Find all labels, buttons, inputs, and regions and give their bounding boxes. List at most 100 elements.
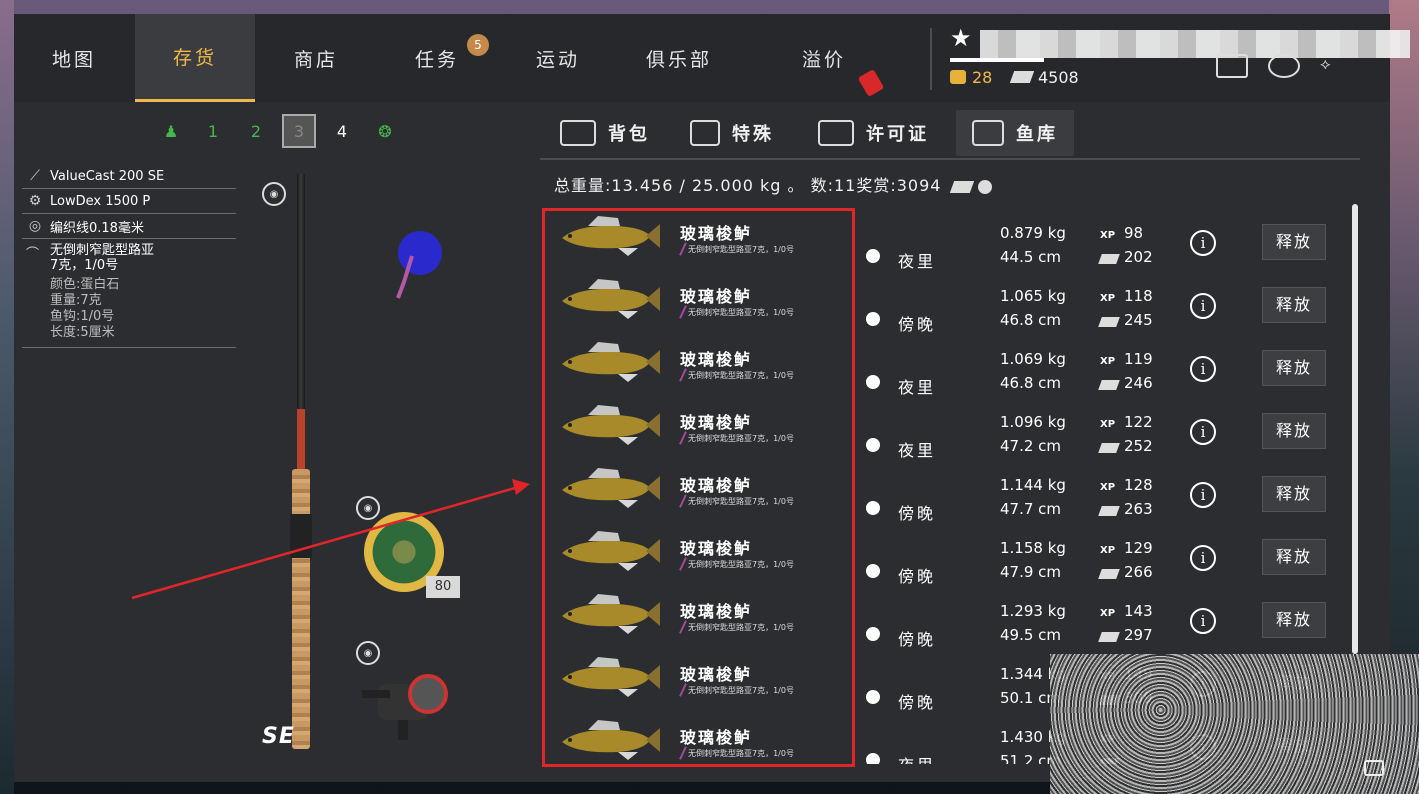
fish-weight: 1.065 kg bbox=[1000, 287, 1066, 305]
fish-xp: 122 bbox=[1124, 413, 1153, 431]
share-icon[interactable]: ⟡ bbox=[1320, 54, 1348, 74]
release-button[interactable]: 释放 bbox=[1262, 350, 1326, 386]
money-icon bbox=[1098, 443, 1120, 453]
xp-icon: XP bbox=[1100, 230, 1116, 241]
lure-row[interactable]: ⌒ 无倒刺窄匙型路亚 7克，1/0号 颜色:蛋白石 重量:7克 鱼钩:1/0号 … bbox=[22, 239, 236, 348]
nav-divider bbox=[930, 28, 932, 90]
info-icon[interactable]: i bbox=[1190, 608, 1216, 634]
fish-weight: 1.069 kg bbox=[1000, 350, 1066, 368]
lure-color: 颜色:蛋白石 bbox=[50, 277, 120, 292]
fish-length: 49.5 cm bbox=[1000, 626, 1062, 644]
info-icon[interactable]: i bbox=[1190, 230, 1216, 256]
xp-icon: XP bbox=[1100, 608, 1116, 619]
time-of-day-icon bbox=[866, 627, 880, 641]
tab-club[interactable]: 俱乐部 bbox=[619, 14, 739, 102]
fish-xp: 119 bbox=[1124, 350, 1153, 368]
fish-length: 46.8 cm bbox=[1000, 374, 1062, 392]
grid-icon[interactable] bbox=[1216, 54, 1248, 78]
xp-icon: XP bbox=[1100, 419, 1116, 430]
fish-length: 47.2 cm bbox=[1000, 437, 1062, 455]
tab-shop[interactable]: 商店 bbox=[256, 14, 376, 102]
lure-image[interactable] bbox=[392, 252, 422, 302]
lure-name: 无倒刺窄匙型路亚 7克，1/0号 bbox=[50, 243, 155, 273]
line-row[interactable]: ◎ 编织线0.18毫米 bbox=[22, 214, 236, 239]
reel-image[interactable] bbox=[358, 664, 458, 744]
catch-time: 夜里 bbox=[898, 752, 936, 764]
fish-value: 297 bbox=[1124, 626, 1153, 644]
tab-map[interactable]: 地图 bbox=[14, 14, 134, 102]
info-icon[interactable]: i bbox=[1190, 545, 1216, 571]
line-view-icon[interactable]: ◉ bbox=[356, 496, 380, 520]
chat-icon[interactable] bbox=[1364, 760, 1384, 776]
release-button[interactable]: 释放 bbox=[1262, 287, 1326, 323]
line-name: 编织线0.18毫米 bbox=[50, 220, 144, 236]
lure-hook: 鱼钩:1/0号 bbox=[50, 309, 115, 324]
money-amount: 4508 bbox=[1038, 68, 1079, 87]
tab-quests[interactable]: 任务 5 bbox=[377, 14, 497, 102]
reel-row[interactable]: ⚙ LowDex 1500 P bbox=[22, 189, 236, 214]
rod-handle bbox=[292, 469, 310, 749]
fish-value: 266 bbox=[1124, 563, 1153, 581]
info-icon[interactable]: i bbox=[1190, 293, 1216, 319]
license-icon bbox=[818, 120, 854, 146]
time-of-day-icon bbox=[866, 501, 880, 515]
rod-brand-mark: SE bbox=[262, 724, 295, 749]
money-icon bbox=[1098, 632, 1120, 642]
gold-amount: 28 bbox=[972, 68, 993, 87]
tab-inventory[interactable]: 存货 bbox=[135, 14, 255, 102]
backpack-icon bbox=[560, 120, 596, 146]
rig-slot-1[interactable]: 1 bbox=[196, 114, 230, 148]
subtab-license[interactable]: 许可证 bbox=[818, 110, 929, 156]
line-icon: ◎ bbox=[28, 218, 42, 234]
fish-weight: 1.293 kg bbox=[1000, 602, 1066, 620]
release-button[interactable]: 释放 bbox=[1262, 602, 1326, 638]
subtab-backpack-label: 背包 bbox=[608, 124, 650, 145]
tab-sport[interactable]: 运动 bbox=[498, 14, 618, 102]
money-icon bbox=[1009, 71, 1035, 83]
hat-icon[interactable] bbox=[1268, 54, 1300, 78]
keepnet-icon[interactable]: ❂ bbox=[368, 114, 402, 148]
money-icon bbox=[1098, 380, 1120, 390]
fish-xp: 128 bbox=[1124, 476, 1153, 494]
time-of-day-icon bbox=[866, 690, 880, 704]
quest-count-badge: 5 bbox=[467, 34, 489, 56]
background-scene-left bbox=[0, 0, 14, 794]
gold-coin-icon bbox=[950, 70, 966, 84]
xp-icon: XP bbox=[1100, 293, 1116, 304]
reel-name: LowDex 1500 P bbox=[50, 193, 151, 209]
info-icon[interactable]: i bbox=[1190, 356, 1216, 382]
fish-value: 245 bbox=[1124, 311, 1153, 329]
fish-xp: 118 bbox=[1124, 287, 1153, 305]
rod-reel-seat bbox=[290, 514, 312, 558]
info-icon[interactable]: i bbox=[1190, 482, 1216, 508]
release-button[interactable]: 释放 bbox=[1262, 476, 1326, 512]
rig-slot-2[interactable]: 2 bbox=[239, 114, 273, 148]
reel-view-icon[interactable]: ◉ bbox=[356, 641, 380, 665]
keepnet-tab-icon bbox=[972, 120, 1004, 146]
catch-summary: 总重量:13.456 / 25.000 kg 。 数:11奖赏:3094 bbox=[554, 172, 992, 196]
subtab-license-label: 许可证 bbox=[866, 124, 929, 145]
fish-list-scrollbar[interactable] bbox=[1352, 204, 1358, 654]
release-button[interactable]: 释放 bbox=[1262, 539, 1326, 575]
subtab-backpack[interactable]: 背包 bbox=[560, 110, 650, 156]
release-button[interactable]: 释放 bbox=[1262, 413, 1326, 449]
release-button[interactable]: 释放 bbox=[1262, 224, 1326, 260]
rod-view-icon[interactable]: ◉ bbox=[262, 182, 286, 206]
time-of-day-icon bbox=[866, 564, 880, 578]
line-length-badge: 80 bbox=[426, 576, 460, 598]
subtab-fish-storage[interactable]: 鱼库 bbox=[956, 110, 1074, 156]
rig-slot-4[interactable]: 4 bbox=[325, 114, 359, 148]
rig-slot-3[interactable]: 3 bbox=[282, 114, 316, 148]
subtab-special[interactable]: 特殊 bbox=[690, 110, 774, 156]
subtab-special-label: 特殊 bbox=[732, 124, 774, 145]
time-of-day-icon bbox=[866, 249, 880, 263]
lure-weight: 重量:7克 bbox=[50, 293, 102, 308]
fish-value: 246 bbox=[1124, 374, 1153, 392]
top-right-icons: ⟡ bbox=[1210, 54, 1370, 84]
info-icon[interactable]: i bbox=[1190, 419, 1216, 445]
rod-row[interactable]: ⟋ ValueCast 200 SE bbox=[22, 164, 236, 189]
fish-weight: 1.144 kg bbox=[1000, 476, 1066, 494]
catch-summary-text: 总重量:13.456 / 25.000 kg 。 数:11奖赏:3094 bbox=[554, 176, 942, 195]
tab-quests-label: 任务 bbox=[414, 48, 459, 71]
fish-length: 44.5 cm bbox=[1000, 248, 1062, 266]
